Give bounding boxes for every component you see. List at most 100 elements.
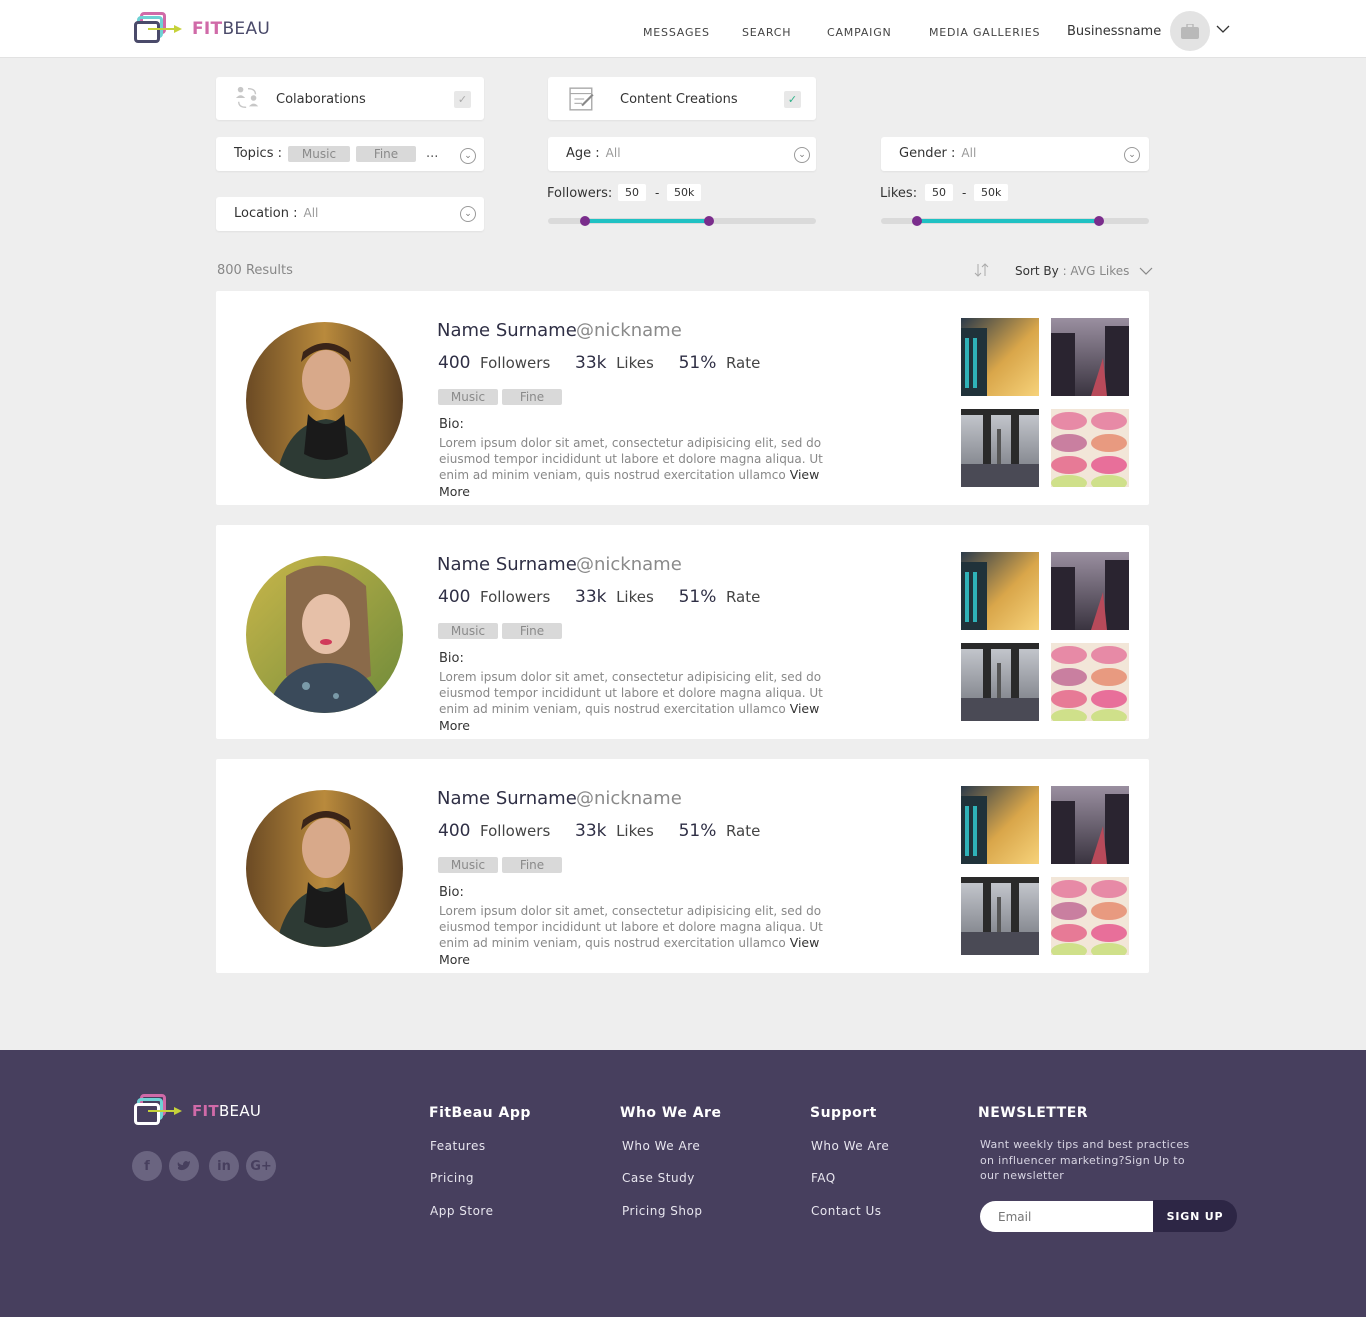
location-filter[interactable]: Location : All ⌄ — [216, 197, 484, 231]
top-header: FITBEAU MESSAGES SEARCH CAMPAIGN MEDIA G… — [0, 0, 1366, 58]
influencer-name[interactable]: Name Surname — [437, 554, 577, 575]
age-filter[interactable]: Age : All ⌄ — [548, 137, 816, 171]
footer-logo-text: FITBEAU — [192, 1102, 262, 1120]
gallery-thumbnail[interactable] — [1051, 643, 1129, 721]
topic-tag: Fine — [502, 623, 562, 639]
gallery-thumbnail[interactable] — [1051, 877, 1129, 955]
account-avatar[interactable] — [1170, 11, 1210, 51]
gallery-thumbnail[interactable] — [1051, 409, 1129, 487]
logo[interactable]: FITBEAU — [134, 11, 270, 47]
influencer-card[interactable]: Name Surname @nickname 400 Followers 33k… — [216, 525, 1149, 739]
chevron-down-icon[interactable]: ⌄ — [1124, 147, 1140, 163]
followers-range-label: Followers: — [547, 186, 613, 201]
range-dash: - — [962, 186, 967, 200]
followers-max-handle[interactable] — [704, 216, 714, 226]
collaborations-checkbox[interactable]: ✓ — [454, 91, 471, 108]
bio-text: Lorem ipsum dolor sit amet, consectetur … — [439, 904, 823, 967]
likes-range-label: Likes: — [880, 186, 918, 201]
bio-label: Bio: — [439, 885, 464, 900]
bio-text: Lorem ipsum dolor sit amet, consectetur … — [439, 670, 823, 733]
topics-label: Topics : — [234, 146, 282, 161]
influencer-name[interactable]: Name Surname — [437, 788, 577, 809]
chevron-down-icon[interactable]: ⌄ — [460, 206, 476, 222]
newsletter-email-input[interactable] — [980, 1201, 1155, 1232]
likes-min-input[interactable]: 50 — [925, 184, 953, 201]
business-name[interactable]: Businessname — [1067, 24, 1161, 39]
nav-search[interactable]: SEARCH — [742, 26, 791, 39]
gender-filter[interactable]: Gender : All ⌄ — [881, 137, 1149, 171]
footer-link-who-we-are[interactable]: Who We Are — [811, 1139, 889, 1153]
likes-max-handle[interactable] — [1094, 216, 1104, 226]
followers-min-input[interactable]: 50 — [618, 184, 646, 201]
logo-mark-icon — [134, 1093, 182, 1129]
footer-link-pricing-shop[interactable]: Pricing Shop — [622, 1204, 702, 1218]
likes-max-input[interactable]: 50k — [974, 184, 1009, 201]
influencer-avatar[interactable] — [246, 790, 403, 947]
influencer-card[interactable]: Name Surname @nickname 400 Followers 33k… — [216, 291, 1149, 505]
google-plus-icon[interactable]: G+ — [246, 1151, 276, 1181]
gallery-thumbnail[interactable] — [1051, 552, 1129, 630]
footer-link-app-store[interactable]: App Store — [430, 1204, 493, 1218]
likes-min-handle[interactable] — [912, 216, 922, 226]
content-creations-checkbox[interactable]: ✓ — [784, 91, 801, 108]
followers-min-handle[interactable] — [580, 216, 590, 226]
influencer-avatar[interactable] — [246, 322, 403, 479]
followers-max-input[interactable]: 50k — [667, 184, 702, 201]
influencer-nickname[interactable]: @nickname — [576, 788, 682, 809]
topic-tag[interactable]: Fine — [356, 146, 416, 162]
topic-tag: Music — [438, 623, 498, 639]
footer-logo[interactable]: FITBEAU — [134, 1093, 261, 1129]
chevron-down-icon[interactable] — [1216, 24, 1230, 34]
sign-up-button[interactable]: SIGN UP — [1153, 1200, 1237, 1232]
content-creations-filter[interactable]: Content Creations ✓ — [548, 77, 816, 120]
chevron-down-icon[interactable]: ⌄ — [460, 148, 476, 164]
results-count: 800 Results — [217, 263, 293, 278]
bio-label: Bio: — [439, 651, 464, 666]
linkedin-icon[interactable]: in — [209, 1151, 239, 1181]
footer-link-features[interactable]: Features — [430, 1139, 486, 1153]
influencer-nickname[interactable]: @nickname — [576, 320, 682, 341]
age-label: Age : All — [566, 146, 621, 161]
influencer-avatar[interactable] — [246, 556, 403, 713]
influencer-tags: Music Fine — [438, 386, 566, 405]
sort-by-dropdown[interactable]: Sort By : AVG Likes — [1015, 264, 1153, 278]
gallery-thumbnail[interactable] — [961, 318, 1039, 396]
collaborations-label: Colaborations — [276, 92, 366, 107]
gallery-thumbnail[interactable] — [961, 786, 1039, 864]
chevron-down-icon[interactable]: ⌄ — [794, 147, 810, 163]
collaborations-filter[interactable]: Colaborations ✓ — [216, 77, 484, 120]
nav-campaign[interactable]: CAMPAIGN — [827, 26, 892, 39]
twitter-icon[interactable] — [169, 1151, 199, 1181]
topic-tag[interactable]: Music — [288, 146, 350, 162]
footer-col-title: Support — [810, 1105, 877, 1121]
gallery-thumbnail[interactable] — [961, 552, 1039, 630]
influencer-card[interactable]: Name Surname @nickname 400 Followers 33k… — [216, 759, 1149, 973]
influencer-stats: 400 Followers 33k Likes 51% Rate — [438, 821, 761, 841]
gallery-thumbnail[interactable] — [1051, 318, 1129, 396]
footer-link-pricing[interactable]: Pricing — [430, 1171, 474, 1185]
gallery-thumbnail[interactable] — [961, 409, 1039, 487]
facebook-icon[interactable]: f — [132, 1151, 162, 1181]
topics-filter[interactable]: Topics : Music Fine ... ⌄ — [216, 137, 484, 171]
range-dash: - — [655, 186, 660, 200]
topic-tag: Fine — [502, 389, 562, 405]
collaboration-icon — [235, 86, 259, 108]
influencer-stats: 400 Followers 33k Likes 51% Rate — [438, 587, 761, 607]
logo-mark-icon — [134, 11, 182, 47]
footer-link-faq[interactable]: FAQ — [811, 1171, 836, 1185]
gallery-thumbnail[interactable] — [961, 877, 1039, 955]
footer-link-who-we-are[interactable]: Who We Are — [622, 1139, 700, 1153]
gallery-thumbnail[interactable] — [1051, 786, 1129, 864]
footer-link-case-study[interactable]: Case Study — [622, 1171, 695, 1185]
influencer-tags: Music Fine — [438, 620, 566, 639]
influencer-nickname[interactable]: @nickname — [576, 554, 682, 575]
topic-tag: Music — [438, 389, 498, 405]
topic-tag: Music — [438, 857, 498, 873]
nav-media-galleries[interactable]: MEDIA GALLERIES — [929, 26, 1040, 39]
influencer-name[interactable]: Name Surname — [437, 320, 577, 341]
gallery-thumbnail[interactable] — [961, 643, 1039, 721]
nav-messages[interactable]: MESSAGES — [643, 26, 710, 39]
sort-order-icon[interactable] — [974, 262, 990, 278]
topics-more[interactable]: ... — [426, 146, 438, 161]
footer-link-contact-us[interactable]: Contact Us — [811, 1204, 882, 1218]
